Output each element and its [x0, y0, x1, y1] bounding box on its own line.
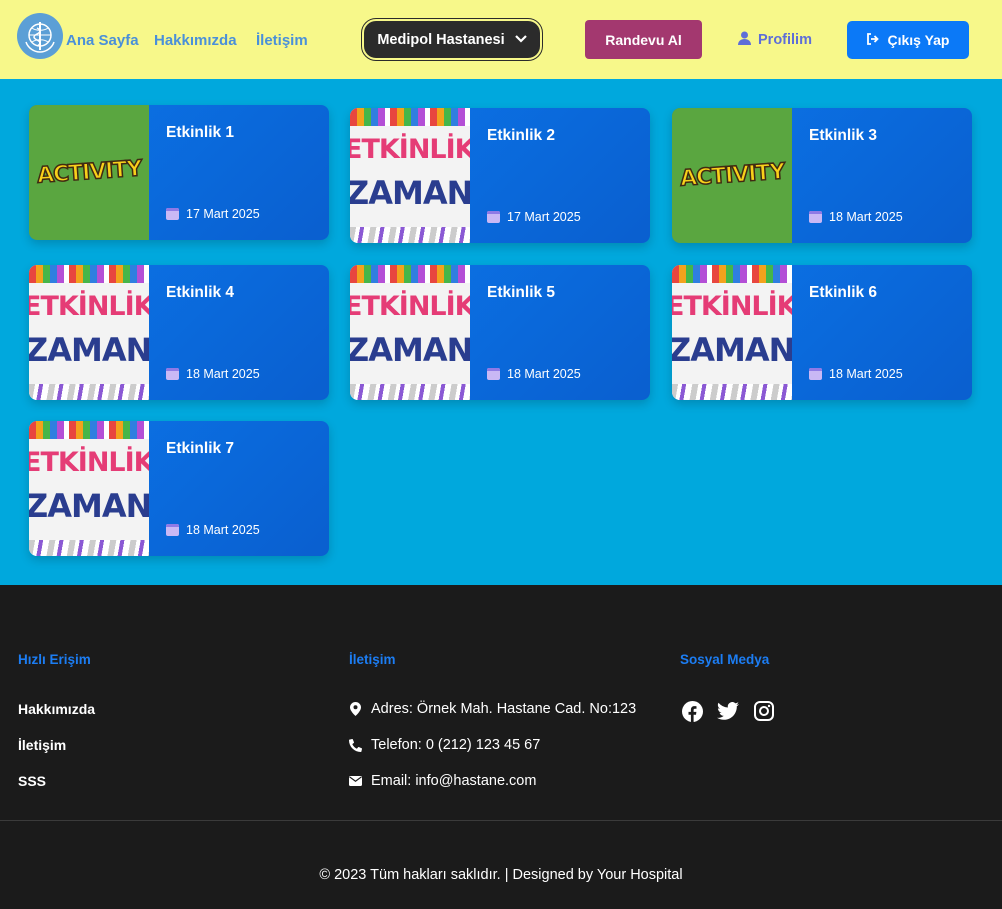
- appointment-button[interactable]: Randevu Al: [585, 20, 702, 59]
- logout-button[interactable]: Çıkış Yap: [847, 21, 969, 59]
- map-marker-icon: [349, 702, 362, 716]
- who-emblem-icon: [20, 16, 60, 56]
- event-title: Etkinlik 6: [809, 284, 878, 301]
- event-title: Etkinlik 3: [809, 127, 878, 144]
- twitter-icon[interactable]: [717, 700, 739, 722]
- hospital-dropdown[interactable]: Medipol Hastanesi: [361, 18, 543, 61]
- event-title: Etkinlik 1: [166, 124, 235, 141]
- calendar-icon: [487, 211, 500, 223]
- event-date: 18 Mart 2025: [166, 523, 260, 537]
- event-image: ETKİNLİKZAMANI: [29, 265, 149, 400]
- profile-link[interactable]: Profilim: [738, 31, 812, 49]
- user-icon: [738, 31, 751, 49]
- event-title: Etkinlik 4: [166, 284, 235, 301]
- calendar-icon: [166, 368, 179, 380]
- nav-home[interactable]: Ana Sayfa: [66, 32, 139, 49]
- site-header: Ana Sayfa Hakkımızda İletişim Medipol Ha…: [0, 0, 1002, 79]
- calendar-icon: [166, 524, 179, 536]
- nav-contact[interactable]: İletişim: [256, 32, 308, 49]
- event-card[interactable]: ACTIVITY Etkinlik 3 18 Mart 2025: [672, 108, 972, 243]
- event-title: Etkinlik 5: [487, 284, 556, 301]
- calendar-icon: [809, 368, 822, 380]
- footer-email: Email: info@hastane.com: [349, 773, 536, 789]
- event-date: 18 Mart 2025: [809, 210, 903, 224]
- event-image: ETKİNLİKZAMANI: [672, 265, 792, 400]
- event-image: ACTIVITY: [29, 105, 149, 240]
- footer-divider: [0, 820, 1002, 821]
- site-footer: Hızlı Erişim Hakkımızda İletişim SSS İle…: [0, 585, 1002, 909]
- logout-label: Çıkış Yap: [887, 32, 950, 48]
- event-card[interactable]: ETKİNLİKZAMANI Etkinlik 2 17 Mart 2025: [350, 108, 650, 243]
- event-card[interactable]: ETKİNLİKZAMANI Etkinlik 4 18 Mart 2025: [29, 265, 329, 400]
- event-date: 18 Mart 2025: [487, 367, 581, 381]
- event-card[interactable]: ETKİNLİKZAMANI Etkinlik 6 18 Mart 2025: [672, 265, 972, 400]
- event-card[interactable]: ACTIVITY Etkinlik 1 17 Mart 2025: [29, 105, 329, 240]
- footer-link-faq[interactable]: SSS: [18, 773, 46, 789]
- instagram-icon[interactable]: [753, 700, 775, 722]
- footer-phone: Telefon: 0 (212) 123 45 67: [349, 737, 540, 753]
- calendar-icon: [166, 208, 179, 220]
- events-section: ACTIVITY Etkinlik 1 17 Mart 2025 ETKİNLİ…: [0, 79, 1002, 585]
- footer-link-about[interactable]: Hakkımızda: [18, 701, 95, 717]
- event-image: ETKİNLİKZAMANI: [350, 108, 470, 243]
- event-title: Etkinlik 7: [166, 440, 235, 457]
- logo[interactable]: [17, 13, 63, 59]
- calendar-icon: [487, 368, 500, 380]
- quick-access-heading: Hızlı Erişim: [18, 652, 91, 667]
- event-card[interactable]: ETKİNLİKZAMANI Etkinlik 7 18 Mart 2025: [29, 421, 329, 556]
- sign-out-icon: [866, 32, 880, 48]
- event-date: 17 Mart 2025: [487, 210, 581, 224]
- event-date: 17 Mart 2025: [166, 207, 260, 221]
- calendar-icon: [809, 211, 822, 223]
- envelope-icon: [349, 776, 362, 786]
- chevron-down-icon: [514, 30, 527, 46]
- footer-link-contact[interactable]: İletişim: [18, 737, 66, 753]
- event-image: ETKİNLİKZAMANI: [350, 265, 470, 400]
- nav-about[interactable]: Hakkımızda: [154, 32, 237, 49]
- contact-heading: İletişim: [349, 652, 396, 667]
- event-date: 18 Mart 2025: [166, 367, 260, 381]
- social-heading: Sosyal Medya: [680, 652, 770, 667]
- event-image: ETKİNLİKZAMANI: [29, 421, 149, 556]
- social-links: [681, 700, 775, 722]
- copyright-text: © 2023 Tüm hakları saklıdır. | Designed …: [319, 867, 683, 883]
- event-card[interactable]: ETKİNLİKZAMANI Etkinlik 5 18 Mart 2025: [350, 265, 650, 400]
- hospital-select-label: Medipol Hastanesi: [377, 31, 505, 48]
- event-image: ACTIVITY: [672, 108, 792, 243]
- footer-address: Adres: Örnek Mah. Hastane Cad. No:123: [349, 701, 636, 717]
- event-title: Etkinlik 2: [487, 127, 556, 144]
- profile-label: Profilim: [758, 32, 812, 48]
- phone-icon: [349, 738, 362, 752]
- event-date: 18 Mart 2025: [809, 367, 903, 381]
- facebook-icon[interactable]: [681, 700, 703, 722]
